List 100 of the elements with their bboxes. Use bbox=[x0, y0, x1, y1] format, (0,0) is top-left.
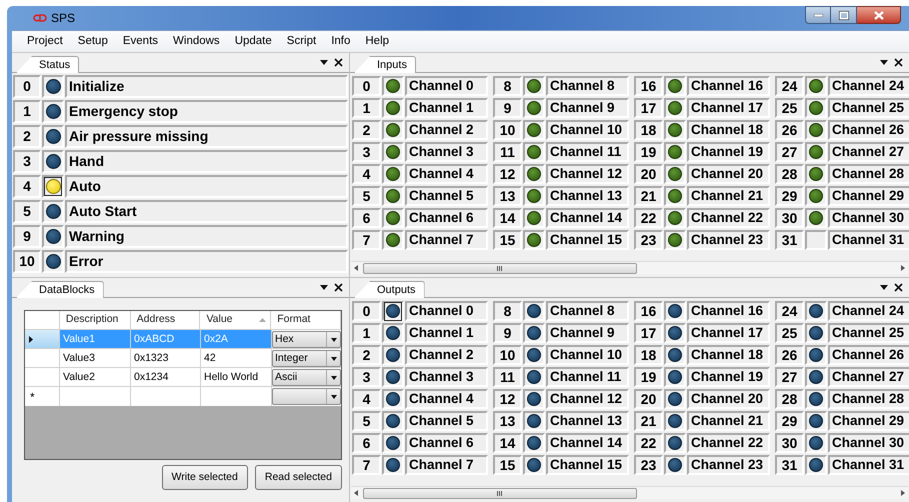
status-label: Air pressure missing bbox=[65, 125, 348, 148]
index-cell: 1 bbox=[13, 100, 41, 123]
index-cell: 26 bbox=[775, 120, 804, 140]
close-button[interactable] bbox=[857, 6, 901, 24]
index-cell: 18 bbox=[634, 345, 663, 365]
scroll-right-icon[interactable] bbox=[901, 490, 905, 496]
dropdown-icon[interactable] bbox=[320, 60, 328, 65]
index-cell: 1 bbox=[352, 323, 381, 343]
index-cell: 16 bbox=[634, 76, 663, 96]
channel-label: Channel 22 bbox=[687, 208, 770, 228]
window-title: SPS bbox=[51, 10, 76, 27]
table-cell[interactable]: 0x1323 bbox=[131, 349, 201, 367]
channel-label: Channel 5 bbox=[405, 411, 488, 431]
close-icon[interactable] bbox=[894, 283, 903, 292]
index-cell: 28 bbox=[775, 389, 804, 409]
index-cell: 5 bbox=[352, 411, 381, 431]
app-logo-icon bbox=[33, 14, 47, 22]
channel-label: Channel 21 bbox=[687, 186, 770, 206]
channel-label: Channel 25 bbox=[828, 323, 909, 343]
close-icon[interactable] bbox=[334, 58, 343, 67]
index-cell: 19 bbox=[634, 142, 663, 162]
index-cell: 8 bbox=[493, 76, 522, 96]
index-cell: 10 bbox=[493, 120, 522, 140]
scroll-left-icon[interactable] bbox=[354, 265, 358, 271]
channel-label: Channel 15 bbox=[546, 230, 629, 250]
index-cell: 14 bbox=[493, 433, 522, 453]
format-dropdown[interactable]: Ascii bbox=[272, 369, 341, 386]
channel-label: Channel 17 bbox=[687, 98, 770, 118]
index-cell: 8 bbox=[493, 301, 522, 321]
action-button[interactable]: Read selected bbox=[254, 465, 342, 490]
menu-item[interactable]: Events bbox=[116, 32, 166, 50]
table-cell[interactable]: 0x1234 bbox=[131, 368, 201, 386]
menu-item[interactable]: Help bbox=[358, 32, 396, 50]
scrollbar-thumb[interactable] bbox=[363, 488, 637, 498]
channel-label: Channel 2 bbox=[405, 345, 488, 365]
index-cell: 15 bbox=[493, 455, 522, 475]
column-header[interactable]: Value bbox=[200, 311, 272, 329]
horizontal-scrollbar[interactable] bbox=[351, 261, 908, 274]
close-icon[interactable] bbox=[894, 58, 903, 67]
channel-label: Channel 19 bbox=[687, 367, 770, 387]
index-cell: 9 bbox=[13, 225, 41, 248]
channel-label: Channel 6 bbox=[405, 208, 488, 228]
index-cell: 22 bbox=[634, 433, 663, 453]
index-cell: 4 bbox=[352, 389, 381, 409]
close-icon[interactable] bbox=[334, 283, 343, 292]
format-dropdown[interactable]: Hex bbox=[272, 331, 341, 348]
channel-label: Channel 26 bbox=[828, 120, 909, 140]
maximize-button[interactable] bbox=[831, 6, 857, 24]
menu-item[interactable]: Project bbox=[20, 32, 70, 50]
minimize-button[interactable] bbox=[805, 6, 831, 24]
index-cell: 6 bbox=[352, 208, 381, 228]
status-label: Initialize bbox=[65, 75, 348, 98]
status-label: Emergency stop bbox=[65, 100, 348, 123]
index-cell: 21 bbox=[634, 186, 663, 206]
dropdown-icon[interactable] bbox=[880, 285, 888, 290]
index-cell: 12 bbox=[493, 389, 522, 409]
index-cell: 31 bbox=[775, 230, 804, 250]
panel-tab[interactable]: Outputs bbox=[354, 281, 425, 298]
channel-label: Channel 24 bbox=[828, 76, 909, 96]
index-cell: 4 bbox=[13, 175, 41, 198]
column-header[interactable]: Address bbox=[130, 311, 200, 329]
scroll-left-icon[interactable] bbox=[354, 490, 358, 496]
panel-tab[interactable]: Status bbox=[16, 56, 80, 73]
action-button[interactable]: Write selected bbox=[162, 465, 248, 490]
index-cell: 29 bbox=[775, 186, 804, 206]
channel-label: Channel 18 bbox=[687, 120, 770, 140]
scroll-right-icon[interactable] bbox=[901, 265, 905, 271]
format-dropdown[interactable]: Integer bbox=[272, 350, 341, 367]
column-header[interactable]: Description bbox=[60, 311, 131, 329]
panel-tab[interactable]: Inputs bbox=[354, 56, 416, 73]
dropdown-icon[interactable] bbox=[880, 60, 888, 65]
menu-item[interactable]: Info bbox=[324, 32, 358, 50]
index-cell: 24 bbox=[775, 76, 804, 96]
format-dropdown[interactable] bbox=[272, 388, 341, 405]
table-cell[interactable]: Value2 bbox=[60, 368, 131, 386]
channel-label: Channel 4 bbox=[405, 164, 488, 184]
channel-label: Channel 14 bbox=[546, 433, 629, 453]
scrollbar-thumb[interactable] bbox=[363, 262, 637, 274]
row-header[interactable] bbox=[25, 330, 60, 348]
minimize-icon bbox=[814, 14, 822, 16]
table-cell[interactable]: Value3 bbox=[60, 349, 131, 367]
column-header[interactable]: Format bbox=[271, 311, 341, 329]
menu-item[interactable]: Setup bbox=[70, 32, 115, 50]
panel-tab[interactable]: DataBlocks bbox=[16, 281, 104, 298]
index-cell: 25 bbox=[775, 323, 804, 343]
index-cell: 24 bbox=[775, 301, 804, 321]
dropdown-icon[interactable] bbox=[320, 285, 328, 290]
status-label: Hand bbox=[65, 150, 348, 173]
index-cell: 17 bbox=[634, 323, 663, 343]
horizontal-scrollbar[interactable] bbox=[351, 486, 908, 499]
channel-label: Channel 26 bbox=[828, 345, 909, 365]
channel-label: Channel 29 bbox=[828, 411, 909, 431]
index-cell: 5 bbox=[352, 186, 381, 206]
menu-item[interactable]: Update bbox=[228, 32, 279, 50]
menu-item[interactable]: Windows bbox=[166, 32, 227, 50]
channel-label: Channel 29 bbox=[828, 186, 909, 206]
menu-item[interactable]: Script bbox=[280, 32, 324, 50]
index-cell: 21 bbox=[634, 411, 663, 431]
index-cell: 15 bbox=[493, 230, 522, 250]
channel-label: Channel 19 bbox=[687, 142, 770, 162]
